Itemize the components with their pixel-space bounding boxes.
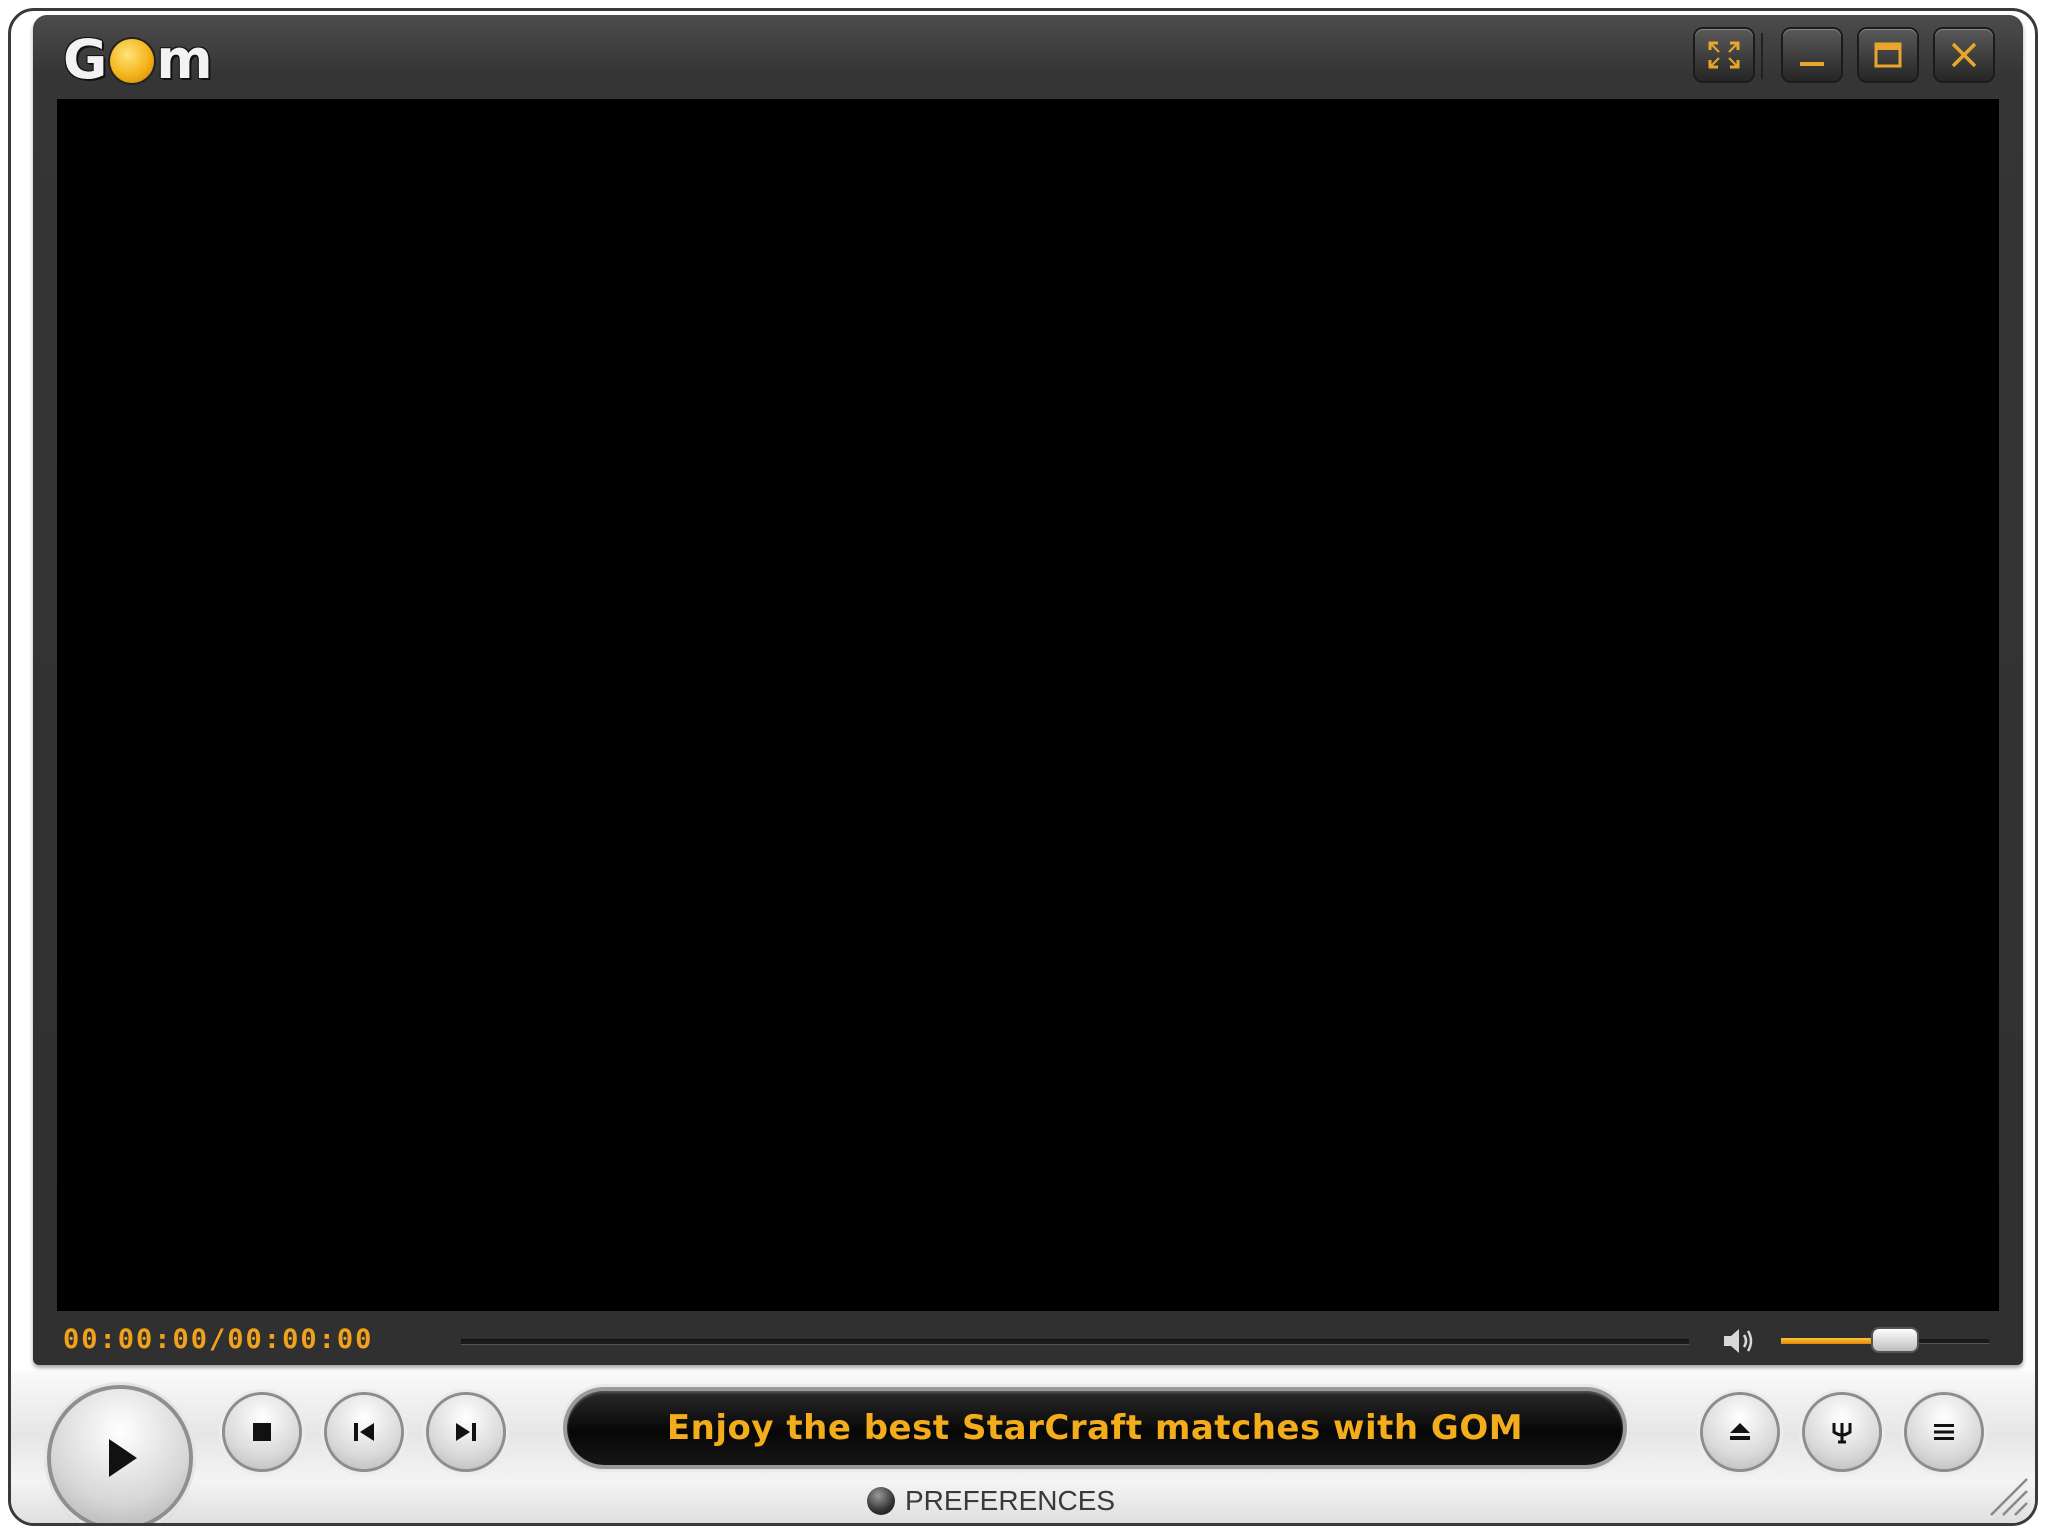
close-icon [1951, 42, 1977, 68]
seek-bar[interactable] [461, 1339, 1689, 1345]
next-icon [456, 1423, 476, 1441]
minimize-icon [1800, 62, 1824, 66]
minimize-button[interactable] [1783, 29, 1841, 81]
player-frame: G m 00:00:00/00:00:00 [33, 15, 2023, 1365]
titlebar-separator [1761, 33, 1763, 79]
logo-ball-icon [110, 39, 155, 83]
stop-icon [253, 1423, 271, 1441]
preferences-button[interactable]: PREFERENCES [867, 1481, 1115, 1521]
fullscreen-button[interactable] [1695, 29, 1753, 81]
next-button[interactable] [429, 1395, 503, 1469]
gom-player-window: G m 00:00:00/00:00:00 Enjoy the best Sta… [8, 8, 2038, 1526]
previous-button[interactable] [327, 1395, 401, 1469]
playlist-button[interactable] [1907, 1395, 1981, 1469]
video-area[interactable] [57, 99, 1999, 1311]
speaker-icon[interactable] [1721, 1325, 1757, 1357]
maximize-button[interactable] [1859, 29, 1917, 81]
preferences-label: PREFERENCES [905, 1485, 1116, 1516]
resize-grip-icon[interactable] [1983, 1471, 2029, 1517]
time-display: 00:00:00/00:00:00 [63, 1324, 374, 1355]
gom-logo: G m [63, 28, 214, 91]
stop-button[interactable] [225, 1395, 299, 1469]
promo-banner[interactable]: Enjoy the best StarCraft matches with GO… [567, 1391, 1623, 1465]
previous-icon [354, 1423, 374, 1441]
eject-icon [1730, 1423, 1750, 1440]
fullscreen-icon [1708, 41, 1740, 69]
eject-button[interactable] [1703, 1395, 1777, 1469]
equalizer-icon [1832, 1423, 1852, 1444]
equalizer-button[interactable] [1805, 1395, 1879, 1469]
play-button[interactable] [51, 1389, 189, 1523]
maximize-icon [1874, 42, 1902, 68]
logo-letter-g: G [63, 27, 109, 91]
playlist-icon [1934, 1424, 1954, 1440]
close-button[interactable] [1935, 29, 1993, 81]
logo-letter-m: m [156, 27, 214, 91]
play-icon [109, 1439, 137, 1477]
volume-slider-thumb[interactable] [1873, 1329, 1917, 1351]
preferences-knob-icon [867, 1487, 895, 1515]
